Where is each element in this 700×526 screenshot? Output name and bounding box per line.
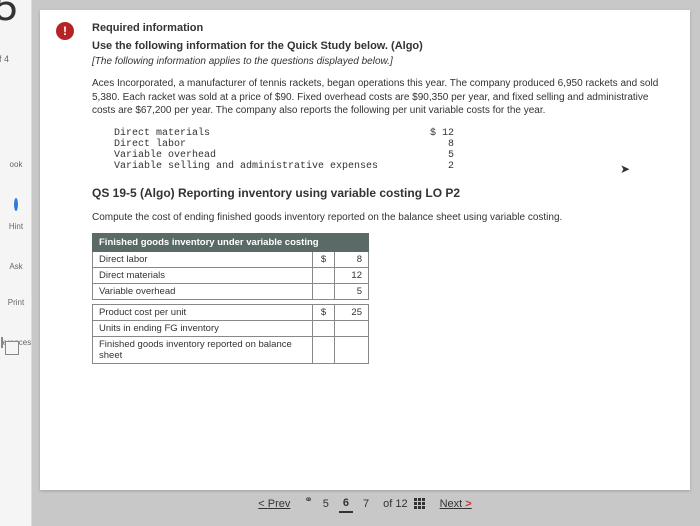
unit-cost-row: Direct labor 8 [114, 139, 674, 150]
grid-icon[interactable] [414, 498, 426, 510]
unit-cost-label: Direct materials [114, 128, 414, 139]
row-value-cell[interactable]: 8 [335, 251, 369, 267]
lifering-icon [14, 198, 18, 211]
row-currency-cell[interactable]: $ [313, 304, 335, 320]
next-button[interactable]: Next [440, 498, 472, 510]
row-value-cell[interactable] [335, 336, 369, 363]
question-title: QS 19-5 (Algo) Reporting inventory using… [92, 186, 674, 200]
link-icon: ⚭ [304, 495, 312, 506]
row-currency-cell[interactable] [313, 336, 335, 363]
row-label-cell[interactable]: Direct labor [93, 251, 313, 267]
row-label-cell[interactable]: Finished goods inventory reported on bal… [93, 336, 313, 363]
unit-cost-label: Direct labor [114, 139, 414, 150]
rail-ebook[interactable]: ook [0, 160, 32, 169]
row-label-cell[interactable]: Product cost per unit [93, 304, 313, 320]
row-value-cell[interactable]: 12 [335, 267, 369, 283]
page-number-active[interactable]: 6 [339, 495, 353, 513]
page-of-total: of 12 [383, 498, 407, 510]
row-value-cell[interactable] [335, 320, 369, 336]
table-row: Finished goods inventory reported on bal… [93, 336, 369, 363]
unit-cost-label: Variable overhead [114, 150, 414, 161]
main-panel: ! Required information Use the following… [40, 10, 690, 490]
rail-print[interactable]: Print [0, 298, 32, 307]
row-label-cell[interactable]: Units in ending FG inventory [93, 320, 313, 336]
rail-ask[interactable]: Ask [0, 262, 32, 271]
rail-hint[interactable]: Hint [0, 222, 32, 231]
alert-icon: ! [56, 22, 74, 40]
unit-cost-value: 2 [414, 161, 454, 172]
use-information-line: Use the following information for the Qu… [92, 40, 674, 52]
instruction-text: Compute the cost of ending finished good… [92, 212, 674, 223]
table-header: Finished goods inventory under variable … [93, 233, 369, 251]
required-information-heading: Required information [92, 22, 674, 34]
table-row: Units in ending FG inventory [93, 320, 369, 336]
row-label-cell[interactable]: Variable overhead [93, 283, 313, 299]
question-number: 5 [0, 0, 17, 30]
rail-lifering[interactable] [0, 200, 32, 209]
rail-hint-label: Hint [9, 222, 23, 231]
pagination-footer: Prev ⚭ 5 6 7 of 12 Next [40, 488, 690, 520]
unit-cost-value: $ 12 [414, 128, 454, 139]
table-row: Direct materials 12 [93, 267, 369, 283]
rail-references[interactable]: erences [0, 338, 32, 347]
row-currency-cell[interactable] [313, 267, 335, 283]
unit-cost-block: Direct materials $ 12 Direct labor 8 Var… [114, 128, 674, 172]
unit-cost-row: Direct materials $ 12 [114, 128, 674, 139]
unit-cost-row: Variable selling and administrative expe… [114, 161, 674, 172]
rail-ebook-label: ook [10, 160, 23, 169]
table-row: Product cost per unit $ 25 [93, 304, 369, 320]
row-value-cell[interactable]: 5 [335, 283, 369, 299]
row-currency-cell[interactable] [313, 320, 335, 336]
prev-button[interactable]: Prev [258, 498, 290, 510]
table-row: Variable overhead 5 [93, 283, 369, 299]
page-number[interactable]: 5 [319, 496, 333, 512]
rail-print-label: Print [8, 298, 24, 307]
page-list: ⚭ 5 6 7 of 12 [304, 495, 425, 513]
row-currency-cell[interactable]: $ [313, 251, 335, 267]
copy-icon [1, 337, 3, 348]
rail-ask-label: Ask [9, 262, 22, 271]
scenario-text: Aces Incorporated, a manufacturer of ten… [92, 77, 674, 118]
left-rail: 5 of 4 ook Hint Ask Print erences [0, 0, 32, 526]
mouse-cursor-icon: ➤ [620, 162, 630, 176]
unit-cost-row: Variable overhead 5 [114, 150, 674, 161]
unit-cost-label: Variable selling and administrative expe… [114, 161, 414, 172]
row-label-cell[interactable]: Direct materials [93, 267, 313, 283]
row-currency-cell[interactable] [313, 283, 335, 299]
unit-cost-value: 8 [414, 139, 454, 150]
unit-cost-value: 5 [414, 150, 454, 161]
applies-note: [The following information applies to th… [92, 56, 674, 67]
table-row: Direct labor $ 8 [93, 251, 369, 267]
page-number[interactable]: 7 [359, 496, 373, 512]
finished-goods-table: Finished goods inventory under variable … [92, 233, 369, 364]
row-value-cell[interactable]: 25 [335, 304, 369, 320]
question-of-total: of 4 [0, 54, 9, 64]
